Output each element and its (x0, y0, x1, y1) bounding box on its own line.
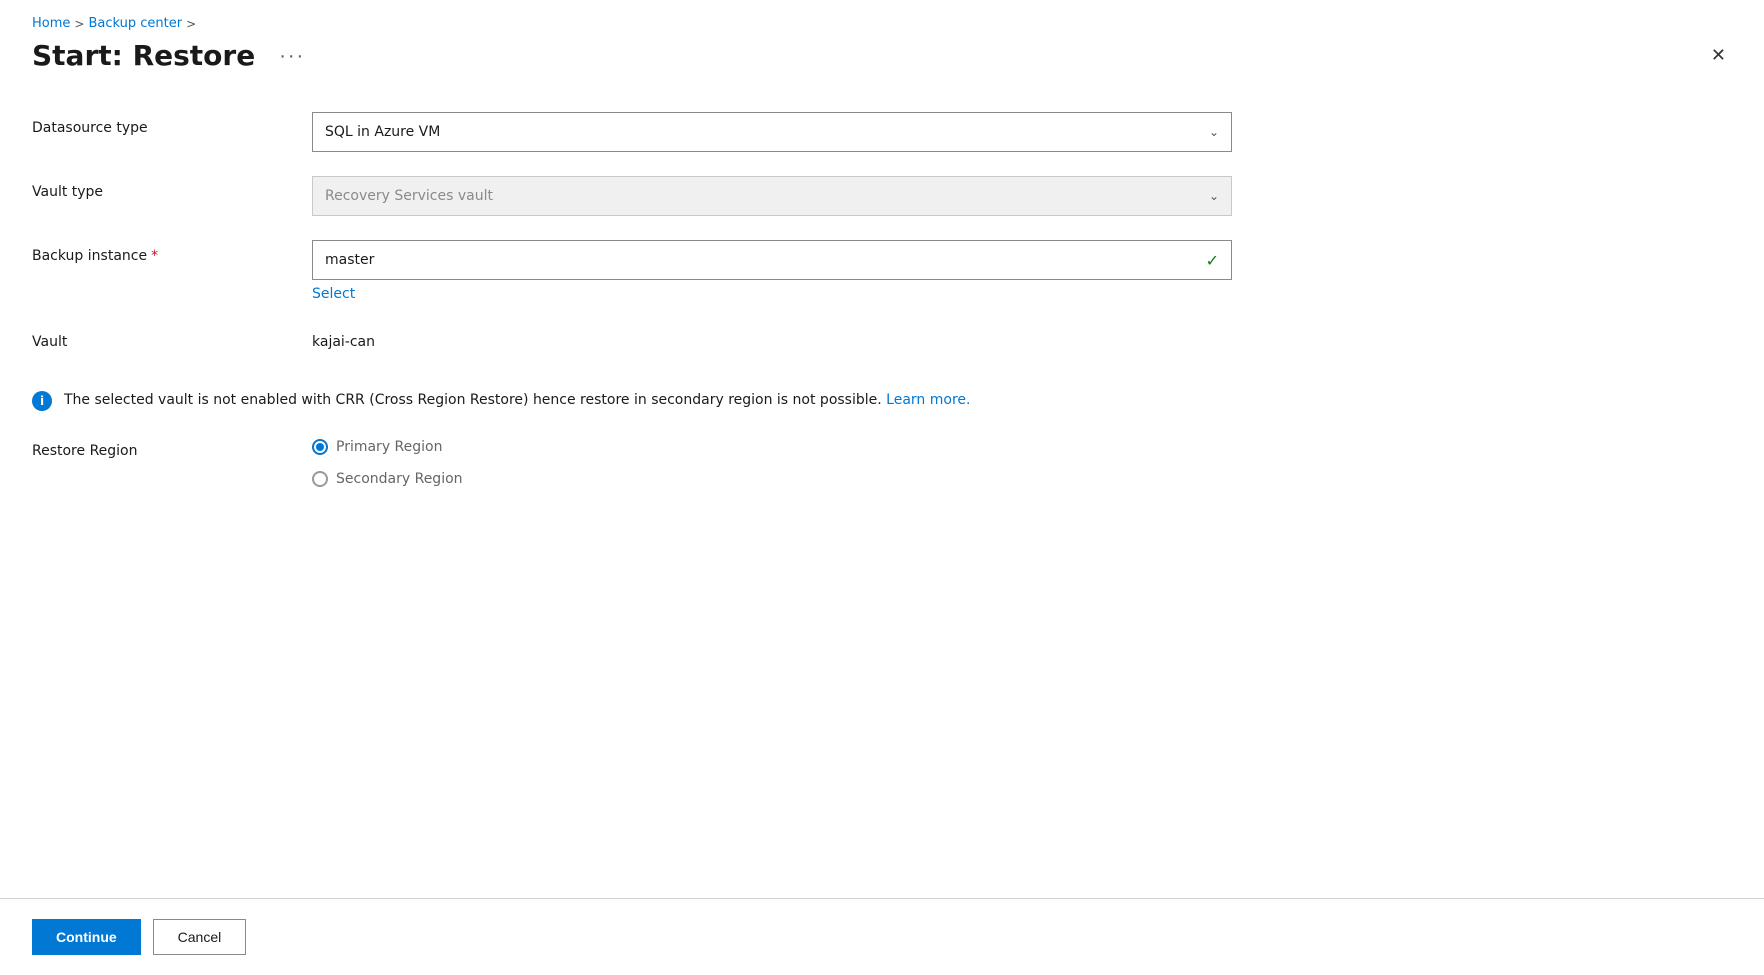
radio-primary-input[interactable] (312, 439, 328, 455)
close-icon: ✕ (1711, 45, 1726, 66)
info-banner: i The selected vault is not enabled with… (32, 390, 1232, 411)
backup-instance-select-link[interactable]: Select (312, 286, 1232, 302)
page-title-row: Start: Restore ··· (32, 39, 313, 72)
learn-more-link[interactable]: Learn more. (886, 392, 970, 408)
info-text: The selected vault is not enabled with C… (64, 390, 970, 411)
continue-button[interactable]: Continue (32, 919, 141, 955)
backup-instance-label: Backup instance * (32, 240, 312, 264)
more-options-button[interactable]: ··· (271, 42, 313, 70)
footer-bar: Continue Cancel (0, 898, 1764, 975)
datasource-type-row: Datasource type SQL in Azure VM ⌄ (32, 112, 1332, 152)
form-section: Datasource type SQL in Azure VM ⌄ Vault … (32, 112, 1332, 487)
datasource-type-control: SQL in Azure VM ⌄ (312, 112, 1232, 152)
datasource-type-value: SQL in Azure VM (325, 124, 440, 140)
cancel-button[interactable]: Cancel (153, 919, 247, 955)
radio-secondary-label: Secondary Region (336, 471, 463, 487)
datasource-type-select[interactable]: SQL in Azure VM ⌄ (312, 112, 1232, 152)
backup-instance-value: master (325, 252, 374, 268)
radio-secondary-input[interactable] (312, 471, 328, 487)
page-wrapper: Home > Backup center > Start: Restore ··… (0, 0, 1764, 975)
vault-type-value: Recovery Services vault (325, 188, 493, 204)
vault-row: Vault kajai-can (32, 326, 1332, 366)
radio-primary-label: Primary Region (336, 439, 442, 455)
page-title: Start: Restore (32, 39, 255, 72)
vault-value: kajai-can (312, 326, 1232, 350)
page-header: Start: Restore ··· ✕ (32, 39, 1732, 80)
vault-value-wrapper: kajai-can (312, 326, 1232, 350)
backup-instance-control: master ✓ Select (312, 240, 1232, 302)
restore-region-row: Restore Region Primary Region Secondary … (32, 439, 1332, 487)
close-button[interactable]: ✕ (1705, 39, 1732, 72)
breadcrumb: Home > Backup center > (32, 16, 1732, 31)
datasource-type-label: Datasource type (32, 112, 312, 136)
radio-primary-region[interactable]: Primary Region (312, 439, 463, 455)
restore-region-label: Restore Region (32, 439, 312, 459)
info-icon: i (32, 391, 52, 411)
check-icon: ✓ (1206, 251, 1219, 270)
backup-instance-row: Backup instance * master ✓ Select (32, 240, 1332, 302)
chevron-down-icon: ⌄ (1209, 125, 1219, 139)
vault-type-select: Recovery Services vault ⌄ (312, 176, 1232, 216)
required-star: * (151, 248, 158, 264)
breadcrumb-home[interactable]: Home (32, 16, 70, 31)
backup-instance-input[interactable]: master ✓ (312, 240, 1232, 280)
vault-type-row: Vault type Recovery Services vault ⌄ (32, 176, 1332, 216)
info-message: The selected vault is not enabled with C… (64, 392, 882, 408)
breadcrumb-sep-1: > (74, 17, 84, 31)
chevron-down-icon-vault: ⌄ (1209, 189, 1219, 203)
vault-type-label: Vault type (32, 176, 312, 200)
vault-type-control: Recovery Services vault ⌄ (312, 176, 1232, 216)
breadcrumb-sep-2: > (186, 17, 196, 31)
main-content: Datasource type SQL in Azure VM ⌄ Vault … (0, 80, 1764, 898)
top-section: Home > Backup center > Start: Restore ··… (0, 0, 1764, 80)
radio-secondary-region[interactable]: Secondary Region (312, 471, 463, 487)
breadcrumb-backup-center[interactable]: Backup center (88, 16, 182, 31)
restore-region-radio-group: Primary Region Secondary Region (312, 439, 463, 487)
vault-label: Vault (32, 326, 312, 350)
